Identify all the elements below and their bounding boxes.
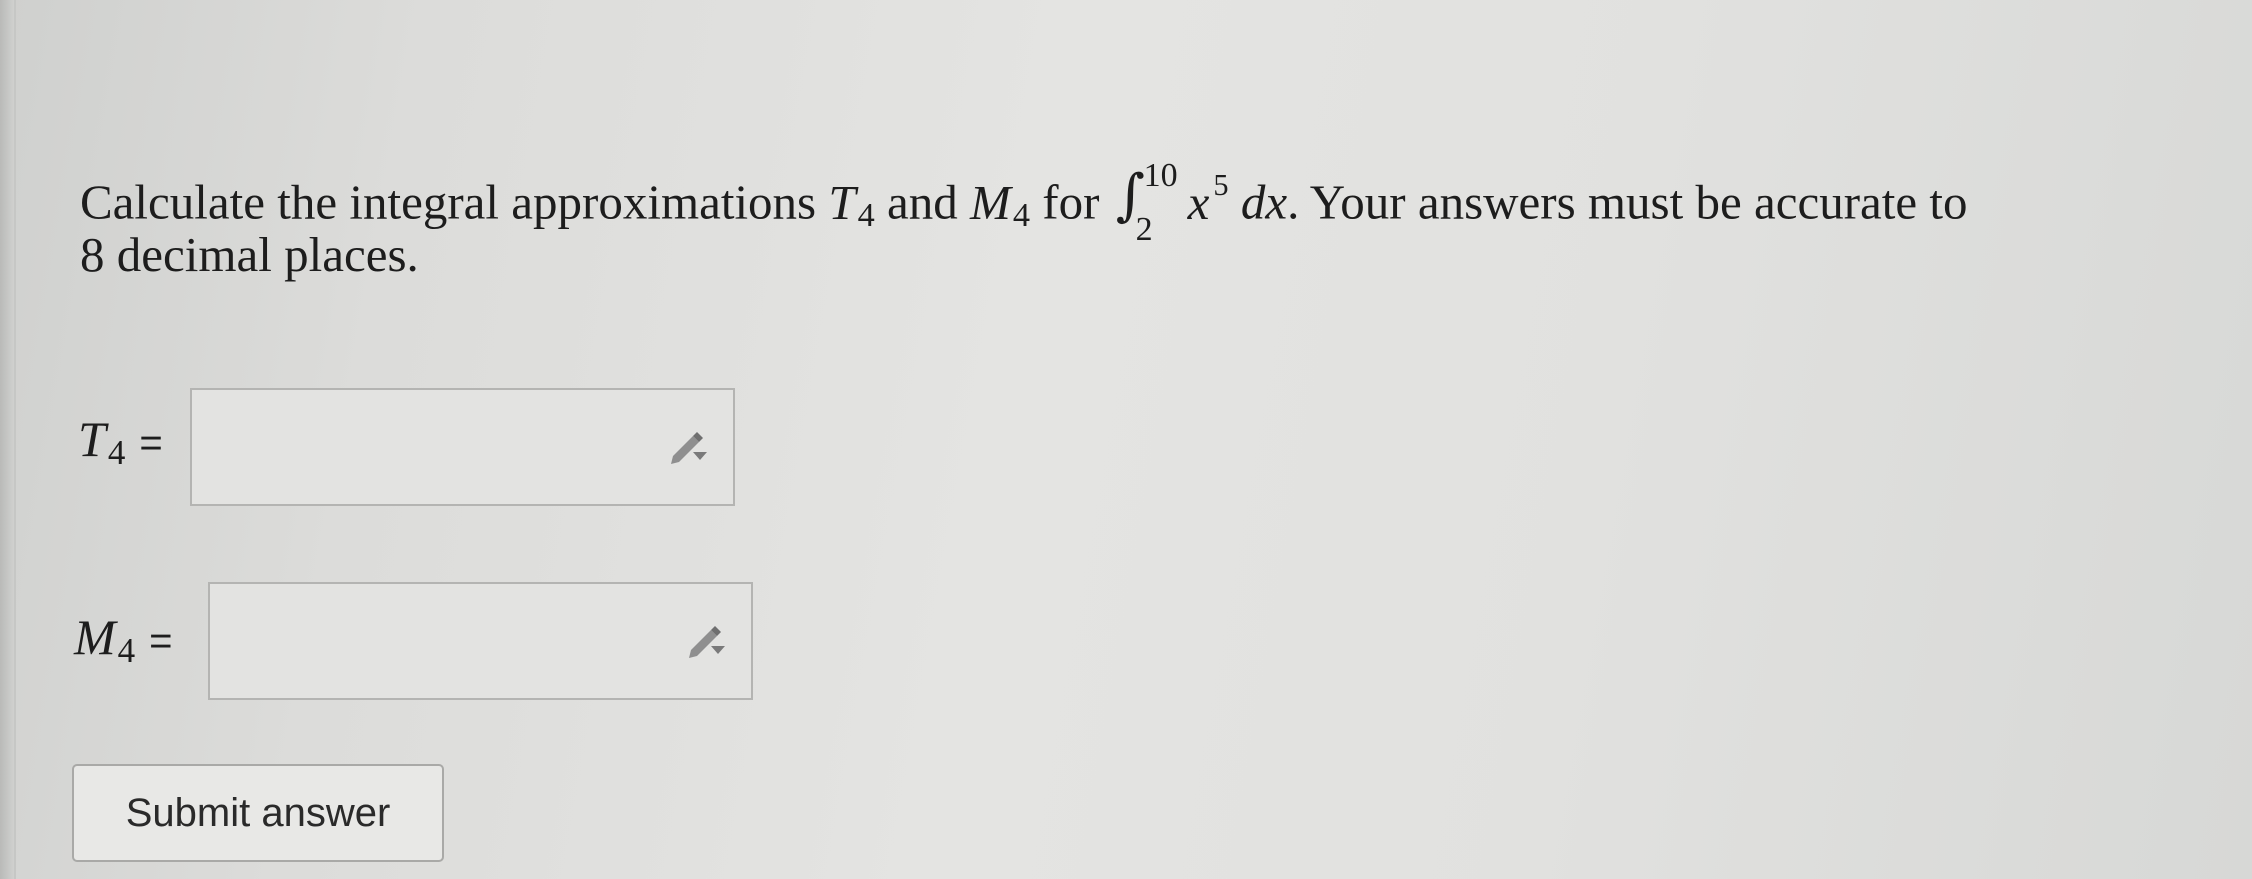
- submit-answer-button[interactable]: Submit answer: [72, 764, 444, 862]
- for-text: for: [1030, 174, 1112, 230]
- integral-expression: ∫ 10 2: [1116, 157, 1188, 248]
- pencil-dropdown-icon[interactable]: [667, 428, 711, 464]
- t4-label: T4 =: [78, 411, 163, 472]
- integrand: x5: [1187, 168, 1229, 230]
- m4-label: M4 =: [74, 609, 173, 670]
- differential: dx: [1240, 174, 1288, 230]
- submit-button-label: Submit answer: [125, 790, 391, 835]
- integral-lower-limit: 2: [1135, 210, 1153, 248]
- question-text: Calculate the integral approximations T4…: [80, 150, 2252, 290]
- t4-answer-input[interactable]: [190, 388, 735, 506]
- t4-symbol: T4: [828, 174, 875, 235]
- question-instructions: . Your answers must be accurate to: [1287, 174, 1968, 230]
- m4-answer-input[interactable]: [208, 582, 753, 700]
- question-line-1: Calculate the integral approximations T4…: [80, 150, 2252, 248]
- question-line-2: 8 decimal places.: [80, 227, 419, 282]
- and-text: and: [874, 174, 971, 230]
- left-page-edge: [0, 0, 16, 879]
- m4-symbol: M4: [970, 174, 1031, 235]
- pencil-dropdown-icon[interactable]: [685, 622, 729, 658]
